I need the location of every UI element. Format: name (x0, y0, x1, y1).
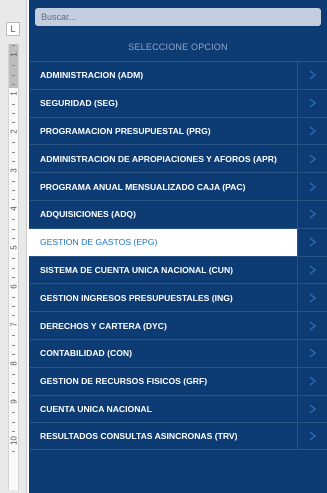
ruler-number: 2 (9, 129, 19, 134)
ruler-tick (12, 296, 15, 298)
ruler-tick (12, 315, 15, 317)
chevron-right-icon[interactable] (297, 284, 327, 312)
ruler-tick (12, 74, 15, 76)
ruler-tick (12, 190, 15, 192)
chevron-right-icon[interactable] (297, 200, 327, 228)
ruler-tick (12, 373, 15, 375)
menu-item-label: CONTABILIDAD (CON) (40, 348, 132, 359)
ruler-tick (12, 103, 15, 105)
chevron-right-icon[interactable] (297, 62, 327, 89)
menu-header: SELECCIONE OPCION (128, 42, 228, 52)
chevron-right-icon[interactable] (297, 395, 327, 423)
ruler-number: 1 (9, 52, 19, 57)
ruler-tick (12, 65, 15, 66)
menu-item-label: GESTION INGRESOS PRESUPUESTALES (ING) (40, 292, 233, 303)
chevron-right-icon[interactable] (297, 89, 327, 117)
ruler-number: 9 (9, 399, 19, 405)
menu-item-label: PROGRAMA ANUAL MENSUALIZADO CAJA (PAC) (40, 181, 246, 192)
menu-item[interactable]: ADMINISTRACION (ADM) (29, 61, 327, 89)
menu-item[interactable]: PROGRAMA ANUAL MENSUALIZADO CAJA (PAC) (29, 172, 327, 200)
ruler-tick (12, 422, 15, 423)
ruler-tick (12, 392, 15, 394)
ruler-tick (12, 219, 15, 221)
menu-item[interactable]: ADQUISICIONES (ADQ) (29, 199, 327, 228)
menu-item[interactable]: PROGRAMACION PRESUPUESTAL (PRG) (29, 116, 327, 145)
menu-item-label: GESTION DE RECURSOS FISICOS (GRF) (40, 376, 208, 387)
menu-item-label: CUENTA UNICA NACIONAL (40, 403, 152, 414)
menu-item[interactable]: DERECHOS Y CARTERA (DYC) (29, 311, 327, 339)
ruler-number: 4 (9, 206, 19, 212)
ruler-tick (12, 199, 15, 201)
menu-item[interactable]: CUENTA UNICA NACIONAL (29, 394, 327, 423)
ruler-tick (12, 160, 15, 162)
ruler-tick (12, 431, 15, 432)
menu-item[interactable]: SEGURIDAD (SEG) (29, 88, 327, 117)
tab-stop-selector[interactable]: L (6, 22, 20, 36)
ruler-number: 1 (9, 90, 19, 96)
ruler-tick (12, 238, 15, 239)
ruler-tick (12, 122, 15, 124)
ruler-number: 6 (9, 283, 19, 289)
ruler-tick (12, 335, 15, 337)
menu-item-label: SEGURIDAD (SEG) (40, 98, 118, 109)
module-menu: ADMINISTRACION (ADM) SEGURIDAD (SEG) PRO… (29, 61, 327, 451)
ruler-tick (12, 306, 15, 308)
menu-item[interactable]: GESTION DE RECURSOS FISICOS (GRF) (29, 366, 327, 395)
ruler-tick (12, 412, 15, 414)
menu-item-label: ADQUISICIONES (ADQ) (40, 209, 136, 220)
chevron-right-icon[interactable] (297, 117, 327, 145)
ruler-tick (12, 344, 15, 346)
ruler-number: 7 (9, 322, 19, 327)
ruler-tick (12, 151, 15, 153)
menu-item[interactable]: SISTEMA DE CUENTA UNICA NACIONAL (CUN) (29, 255, 327, 284)
ruler-tick (12, 276, 15, 278)
menu-panel: SELECCIONE OPCION ADMINISTRACION (ADM) S… (29, 0, 327, 493)
chevron-right-icon[interactable] (297, 423, 327, 450)
chevron-right-icon[interactable] (297, 173, 327, 200)
menu-item-label: DERECHOS Y CARTERA (DYC) (40, 320, 167, 331)
chevron-right-icon[interactable] (297, 367, 327, 395)
menu-item-active[interactable]: GESTION DE GASTOS (EPG) (29, 227, 327, 256)
ruler-number: 10 (9, 436, 19, 445)
chevron-right-icon[interactable] (297, 145, 327, 173)
ruler-number: 8 (9, 361, 19, 366)
ruler-tick (12, 353, 15, 355)
vertical-ruler: L 1 1 2 3 4 5 6 7 8 9 10 (0, 0, 27, 493)
ruler-tick (12, 267, 15, 269)
menu-item[interactable]: RESULTADOS CONSULTAS ASINCRONAS (TRV) (29, 422, 327, 451)
menu-item-label: PROGRAMACION PRESUPUESTAL (PRG) (40, 125, 211, 136)
menu-item-label: RESULTADOS CONSULTAS ASINCRONAS (TRV) (40, 431, 238, 442)
search-input[interactable] (35, 8, 321, 26)
menu-item[interactable]: GESTION INGRESOS PRESUPUESTALES (ING) (29, 283, 327, 312)
menu-item-label: SISTEMA DE CUENTA UNICA NACIONAL (CUN) (40, 264, 234, 275)
ruler-tick (12, 45, 15, 46)
ruler-tick (12, 83, 15, 85)
ruler-tick (12, 229, 15, 230)
ruler-tick (12, 113, 15, 115)
chevron-right-icon[interactable] (297, 339, 327, 367)
ruler-number: 5 (9, 245, 19, 250)
ruler-tick (12, 180, 15, 182)
menu-item[interactable]: CONTABILIDAD (CON) (29, 338, 327, 367)
ruler-number: 3 (9, 168, 19, 173)
chevron-right-icon[interactable] (297, 228, 327, 256)
menu-item-label: ADMINISTRACION DE APROPIACIONES Y AFOROS… (40, 153, 277, 164)
menu-item[interactable]: ADMINISTRACION DE APROPIACIONES Y AFOROS… (29, 144, 327, 173)
menu-item-label: GESTION DE GASTOS (EPG) (40, 237, 158, 248)
menu-item-label: ADMINISTRACION (ADM) (40, 70, 144, 81)
ruler-tick (12, 142, 15, 144)
ruler-tick (12, 451, 15, 452)
ruler-tick (12, 383, 15, 385)
ruler-tick (12, 258, 15, 259)
chevron-right-icon[interactable] (297, 256, 327, 284)
chevron-right-icon[interactable] (297, 312, 327, 339)
